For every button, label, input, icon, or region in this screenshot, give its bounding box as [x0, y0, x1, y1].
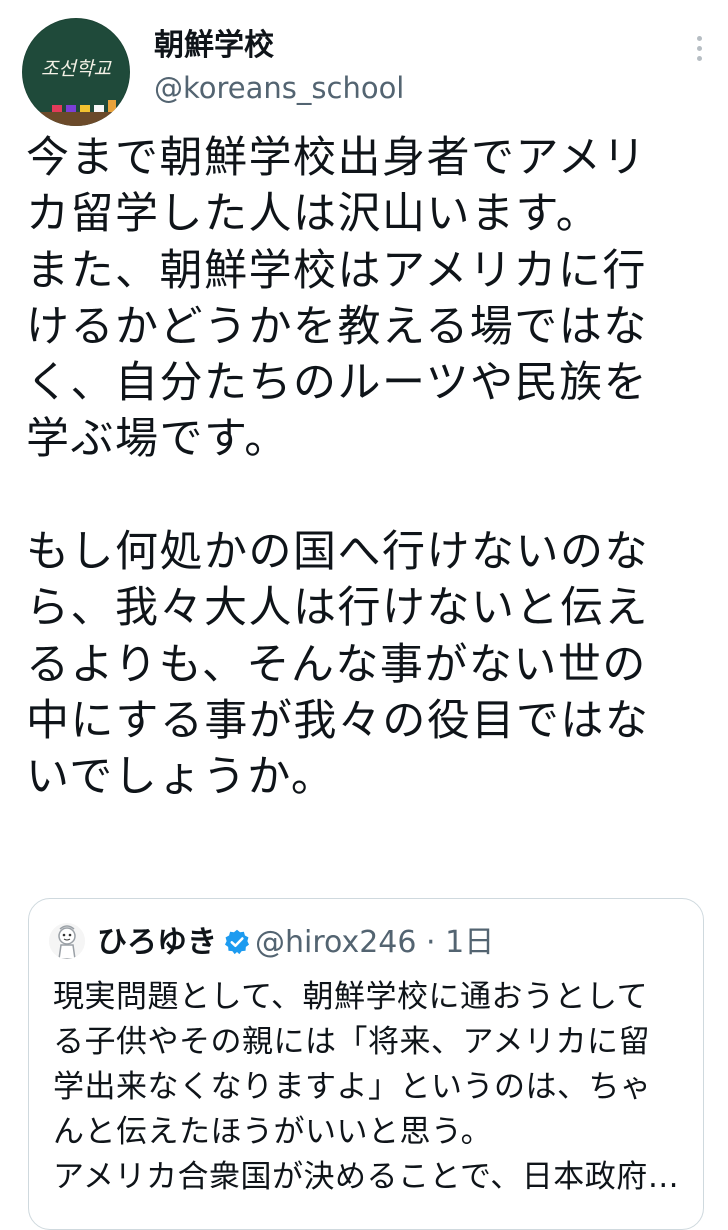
chalkboard-ledge: [22, 112, 130, 126]
eraser-icon: [108, 100, 116, 112]
cartoon-character-icon: [49, 923, 85, 959]
verified-badge-icon: [223, 928, 251, 965]
tweet-card: 조선학교 朝鮮学校 @koreans_school 今まで朝鮮学校出身者でアメリ…: [0, 0, 728, 1230]
author-display-name[interactable]: 朝鮮学校: [154, 28, 404, 64]
chalk-pink-icon: [52, 105, 62, 112]
quoted-author-avatar[interactable]: [49, 923, 85, 959]
separator-dot: ·: [426, 925, 436, 960]
tweet-header: 조선학교 朝鮮学校 @koreans_school: [22, 18, 712, 128]
author-names: 朝鮮学校 @koreans_school: [154, 28, 404, 106]
chalk-purple-icon: [66, 105, 76, 112]
more-options-icon[interactable]: [692, 36, 706, 66]
quoted-author-name[interactable]: ひろゆき: [97, 925, 217, 960]
avatar[interactable]: 조선학교: [22, 18, 130, 126]
chalk-white-icon: [94, 105, 104, 112]
quoted-author-handle[interactable]: @hirox246: [255, 925, 416, 960]
quoted-tweet-header: ひろゆき @hirox246 · 1日: [97, 925, 687, 965]
chalk-yellow-icon: [80, 105, 90, 112]
quoted-tweet[interactable]: ひろゆき @hirox246 · 1日 現実問題として、朝鮮学校に通おうとして る…: [28, 898, 704, 1230]
avatar-chalkboard-text: 조선학교: [41, 58, 111, 80]
quoted-tweet-text: 現実問題として、朝鮮学校に通おうとして る子供やその親には「将来、アメリカに留 …: [53, 979, 680, 1195]
quoted-tweet-time[interactable]: 1日: [445, 925, 494, 960]
tweet-text: 今まで朝鮮学校出身者でアメリ カ留学した人は沢山います。 また、朝鮮学校はアメリ…: [26, 133, 650, 803]
author-handle[interactable]: @koreans_school: [154, 70, 404, 106]
